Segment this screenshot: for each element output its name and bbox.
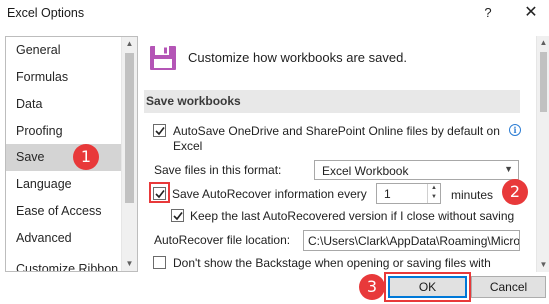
save-icon (150, 46, 176, 70)
save-format-select[interactable]: Excel Workbook ▼ (314, 160, 519, 180)
sidebar-item-general[interactable]: General (6, 37, 122, 64)
close-button[interactable]: ✕ (520, 2, 542, 24)
sidebar-scroll-thumb[interactable] (125, 53, 134, 203)
sidebar-item-proofing[interactable]: Proofing (6, 118, 122, 145)
autorecover-minutes-value: 1 (384, 187, 391, 201)
sidebar-item-customize-ribbon[interactable]: Customize Ribbon (6, 256, 122, 271)
info-icon[interactable]: i (509, 124, 521, 136)
sidebar-item-ease-of-access[interactable]: Ease of Access (6, 198, 122, 225)
help-button[interactable]: ? (478, 3, 498, 23)
title-bar: Excel Options ? ✕ (0, 0, 549, 28)
backstage-checkbox[interactable] (153, 256, 166, 269)
sidebar-item-data[interactable]: Data (6, 91, 122, 118)
spin-up-icon[interactable]: ▲ (428, 184, 440, 193)
location-label: AutoRecover file location: (154, 233, 291, 247)
minutes-label: minutes (451, 188, 494, 202)
scroll-up-icon[interactable]: ▲ (537, 36, 549, 50)
sidebar-scrollbar[interactable]: ▲ ▼ (121, 37, 137, 271)
main-panel: Customize how workbooks are saved. Save … (140, 36, 536, 272)
chevron-down-icon: ▼ (504, 164, 513, 174)
sidebar-item-formulas[interactable]: Formulas (6, 64, 122, 91)
spin-down-icon[interactable]: ▼ (428, 193, 440, 202)
scroll-up-icon[interactable]: ▲ (122, 37, 137, 51)
sidebar: General Formulas Data Proofing Save Lang… (5, 36, 138, 272)
highlight-box-autorecover (149, 182, 170, 203)
location-value: C:\Users\Clark\AppData\Roaming\Micro (308, 234, 520, 248)
spinner-buttons: ▲ ▼ (427, 184, 440, 203)
sidebar-item-language[interactable]: Language (6, 171, 122, 198)
scroll-down-icon[interactable]: ▼ (537, 258, 549, 272)
sidebar-item-advanced[interactable]: Advanced (6, 225, 122, 252)
step-badge-3: 3 (359, 274, 385, 300)
autorecover-label: Save AutoRecover information every (172, 187, 367, 201)
step-badge-1: 1 (73, 144, 99, 170)
cancel-button[interactable]: Cancel (471, 276, 546, 298)
autosave-label-line2: Excel (173, 139, 203, 153)
sidebar-item-save[interactable]: Save (6, 144, 122, 171)
keep-last-label: Keep the last AutoRecovered version if I… (190, 209, 515, 223)
highlight-box-ok (384, 272, 471, 302)
backstage-label: Don't show the Backstage when opening or… (173, 256, 491, 270)
scroll-down-icon[interactable]: ▼ (122, 257, 137, 271)
step-badge-2: 2 (502, 179, 528, 205)
checkmark-icon (155, 127, 165, 136)
page-header: Customize how workbooks are saved. (188, 50, 407, 65)
window-title: Excel Options (7, 6, 85, 20)
autosave-label: AutoSave OneDrive and SharePoint Online … (173, 124, 500, 138)
main-scroll-thumb[interactable] (540, 52, 547, 112)
autorecover-location-input[interactable]: C:\Users\Clark\AppData\Roaming\Micro (303, 230, 520, 251)
autosave-checkbox[interactable] (153, 124, 166, 137)
section-heading: Save workbooks (144, 90, 520, 113)
save-format-label: Save files in this format: (154, 163, 282, 177)
checkmark-icon (173, 212, 183, 221)
save-format-value: Excel Workbook (322, 164, 409, 178)
keep-last-checkbox[interactable] (171, 209, 184, 222)
main-scrollbar[interactable]: ▲ ▼ (536, 36, 549, 272)
autorecover-minutes-spinner[interactable]: 1 ▲ ▼ (376, 183, 441, 204)
